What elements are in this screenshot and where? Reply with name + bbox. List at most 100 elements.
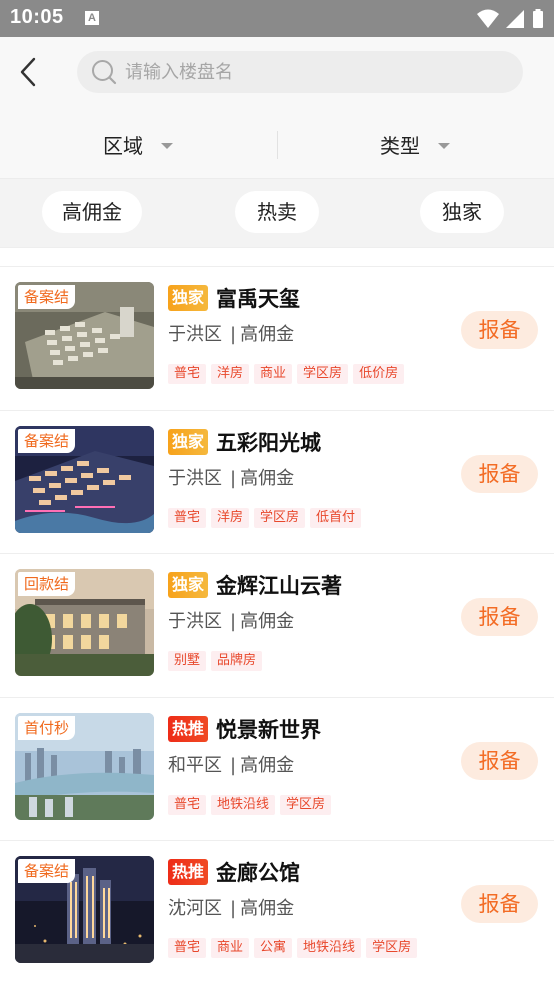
listing-district: 沈河区 — [168, 898, 222, 919]
chevron-left-icon — [20, 57, 36, 87]
listing-title-row: 独家 富禹天玺 — [168, 283, 300, 311]
listing-tags: 普宅 洋房 商业 学区房 低价房 — [168, 364, 409, 386]
back-button[interactable] — [14, 53, 44, 91]
listing-tags: 普宅 洋房 学区房 低首付 — [168, 507, 366, 530]
chip-hot-sale[interactable]: 热卖 — [235, 191, 319, 233]
chip-exclusive[interactable]: 独家 — [420, 191, 504, 233]
section-gap — [0, 247, 554, 267]
notification-icon: A — [85, 11, 99, 25]
tag: 低价房 — [353, 364, 405, 384]
tag: 洋房 — [211, 364, 250, 384]
tag: 普宅 — [168, 794, 207, 815]
listing-subtitle: 于洪区 | 高佣金 — [168, 607, 294, 633]
listing-subtitle: 于洪区 | 高佣金 — [168, 464, 294, 490]
listing-title-row: 热推 悦景新世界 — [168, 714, 321, 742]
tag: 地铁沿线 — [211, 794, 276, 815]
listing-district: 于洪区 — [168, 611, 222, 632]
listing-title-row: 独家 五彩阳光城 — [168, 427, 321, 455]
tag: 普宅 — [168, 364, 207, 384]
filter-bar: 区域 类型 — [0, 107, 554, 179]
battery-icon — [533, 9, 543, 28]
listing-tags: 普宅 商业 公寓 地铁沿线 学区房 — [168, 938, 422, 960]
filter-divider — [277, 131, 278, 159]
listing-thumbnail: 备案结 — [15, 856, 154, 963]
exclusive-badge: 独家 — [168, 285, 209, 311]
separator: | — [230, 467, 237, 489]
listing-title: 富禹天玺 — [216, 287, 301, 311]
top-bar — [0, 37, 554, 107]
listing-title-row: 独家 金辉江山云著 — [168, 570, 342, 598]
caret-down-icon — [438, 142, 450, 149]
listing-card[interactable]: 备案结 热推 金廊公馆 沈河区 | 高佣金 普宅 商业 公寓 地铁沿线 学区房 报备 — [0, 841, 554, 984]
listing-thumbnail: 回款结 — [15, 569, 154, 676]
listing-list: 备案结 独家 富禹天玺 于洪区 | 高佣金 普宅 洋房 商业 学区房 低价房 报备 — [0, 267, 554, 984]
listing-commission: 高佣金 — [240, 467, 295, 489]
listing-commission: 高佣金 — [240, 324, 295, 345]
report-button[interactable]: 报备 — [461, 598, 538, 636]
wifi-icon — [477, 9, 499, 28]
report-button[interactable]: 报备 — [461, 741, 538, 780]
exclusive-badge: 独家 — [168, 572, 209, 598]
listing-thumbnail: 首付秒 — [15, 712, 154, 820]
signal-icon — [506, 10, 524, 28]
settlement-badge: 首付秒 — [18, 715, 76, 740]
separator: | — [230, 611, 237, 632]
hot-badge: 热推 — [168, 859, 209, 885]
tag: 学区房 — [254, 507, 306, 528]
settlement-badge: 回款结 — [18, 572, 76, 596]
separator: | — [230, 898, 237, 919]
status-bar: 10:05 A — [0, 0, 554, 37]
tag: 学区房 — [366, 938, 418, 958]
listing-title: 金廊公馆 — [216, 861, 301, 885]
exclusive-badge: 独家 — [168, 428, 209, 455]
separator: | — [230, 754, 237, 776]
tag: 低首付 — [310, 507, 362, 528]
status-icons — [477, 9, 543, 28]
tag: 品牌房 — [211, 651, 263, 671]
listing-thumbnail: 备案结 — [15, 282, 154, 389]
tag: 学区房 — [280, 794, 332, 815]
report-button[interactable]: 报备 — [461, 885, 538, 923]
caret-down-icon — [161, 142, 173, 149]
listing-thumbnail: 备案结 — [15, 425, 154, 533]
settlement-badge: 备案结 — [18, 428, 76, 453]
listing-tags: 别墅 品牌房 — [168, 651, 267, 673]
settlement-badge: 备案结 — [18, 285, 76, 309]
listing-commission: 高佣金 — [240, 611, 295, 632]
tag: 公寓 — [254, 938, 293, 958]
listing-title: 五彩阳光城 — [216, 430, 322, 455]
settlement-badge: 备案结 — [18, 859, 76, 883]
listing-card[interactable]: 备案结 独家 五彩阳光城 于洪区 | 高佣金 普宅 洋房 学区房 低首付 报备 — [0, 410, 554, 554]
listing-card[interactable]: 首付秒 热推 悦景新世界 和平区 | 高佣金 普宅 地铁沿线 学区房 报备 — [0, 697, 554, 841]
listing-subtitle: 和平区 | 高佣金 — [168, 751, 294, 777]
listing-title: 金辉江山云著 — [216, 574, 343, 598]
tag: 商业 — [254, 364, 293, 384]
listing-subtitle: 于洪区 | 高佣金 — [168, 320, 294, 346]
search-icon — [92, 60, 117, 85]
tag: 商业 — [211, 938, 250, 958]
search-input[interactable] — [125, 51, 505, 93]
filter-district-label: 区域 — [103, 134, 143, 158]
listing-tags: 普宅 地铁沿线 学区房 — [168, 794, 336, 817]
filter-type-dropdown[interactable]: 类型 — [380, 107, 450, 179]
report-button[interactable]: 报备 — [461, 311, 538, 349]
listing-commission: 高佣金 — [240, 898, 295, 919]
listing-district: 于洪区 — [168, 467, 222, 489]
tag: 普宅 — [168, 938, 207, 958]
listing-card[interactable]: 回款结 独家 金辉江山云著 于洪区 | 高佣金 别墅 品牌房 报备 — [0, 554, 554, 698]
filter-district-dropdown[interactable]: 区域 — [103, 107, 173, 179]
listing-title: 悦景新世界 — [216, 717, 322, 742]
tag: 普宅 — [168, 507, 207, 528]
search-box[interactable] — [77, 51, 523, 93]
listing-commission: 高佣金 — [240, 754, 295, 776]
tag: 洋房 — [211, 507, 250, 528]
report-button[interactable]: 报备 — [461, 454, 538, 493]
hot-badge: 热推 — [168, 715, 209, 742]
chip-high-commission[interactable]: 高佣金 — [42, 191, 142, 233]
quick-tag-bar: 高佣金 热卖 独家 — [0, 179, 554, 247]
tag: 地铁沿线 — [297, 938, 362, 958]
listing-title-row: 热推 金廊公馆 — [168, 857, 300, 885]
listing-subtitle: 沈河区 | 高佣金 — [168, 894, 294, 920]
listing-card[interactable]: 备案结 独家 富禹天玺 于洪区 | 高佣金 普宅 洋房 商业 学区房 低价房 报备 — [0, 267, 554, 411]
tag: 学区房 — [297, 364, 349, 384]
